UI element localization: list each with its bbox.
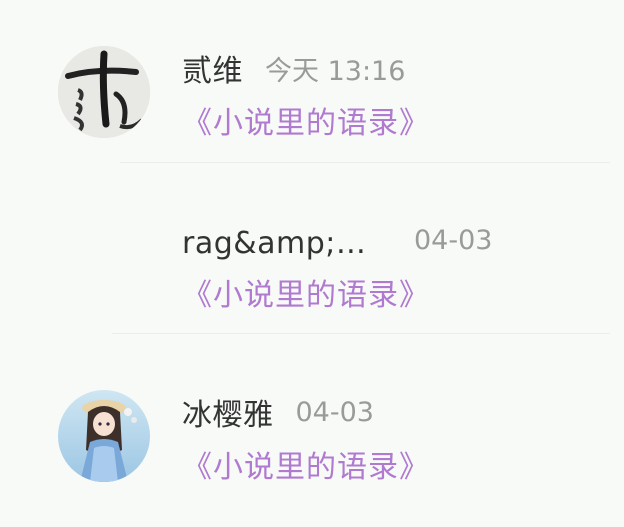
anime-girl-avatar-icon [58,390,150,482]
comment-header: rag&amp;扫b... 04-03 [182,218,492,262]
book-link[interactable]: 《小说里的语录》 [182,270,430,314]
avatar[interactable] [58,390,150,482]
comment-time: 04-03 [414,224,493,256]
comment-time: 04-03 [295,396,374,428]
comment-header: 贰维 今天 13:16 [182,46,405,90]
calligraphy-avatar-icon [58,46,150,138]
comment-list: 贰维今天 13:16 《小说里的语录》 rag&amp;扫b... 04-03 《… [0,0,624,527]
divider [112,333,610,334]
user-name[interactable]: 贰维 [182,46,243,90]
avatar[interactable] [58,46,150,138]
divider [120,162,610,163]
list-item[interactable]: 冰樱雅 04-03 《小说里的语录》 [0,344,624,516]
comment-header: 冰樱雅 04-03 [182,390,374,434]
list-item[interactable]: 贰维 今天 13:16 《小说里的语录》 [0,0,624,172]
book-link[interactable]: 《小说里的语录》 [182,442,430,486]
book-link[interactable]: 《小说里的语录》 [182,98,430,142]
list-item[interactable]: rag&amp;扫b... 04-03 《小说里的语录》 [0,172,624,344]
comment-time: 今天 13:16 [265,55,406,87]
user-name[interactable]: rag&amp;扫b... [182,218,392,262]
user-name[interactable]: 冰樱雅 [182,390,274,434]
